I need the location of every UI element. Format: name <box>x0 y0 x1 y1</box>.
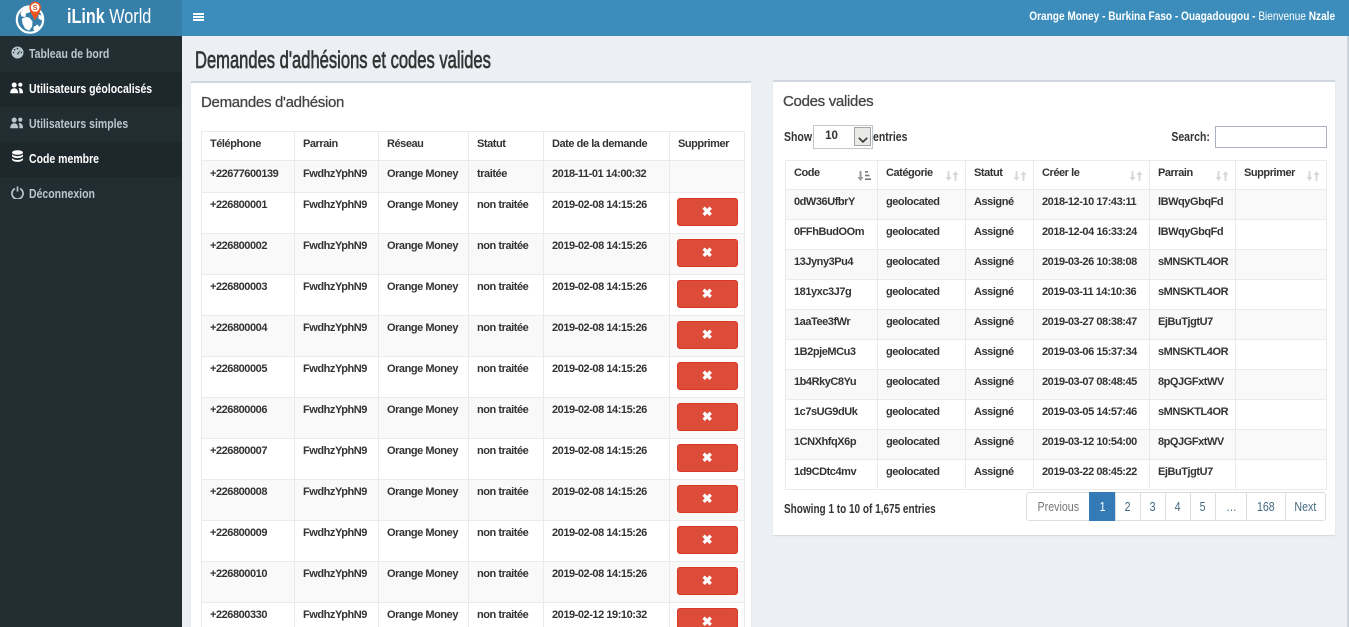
svg-text:S: S <box>33 3 38 12</box>
